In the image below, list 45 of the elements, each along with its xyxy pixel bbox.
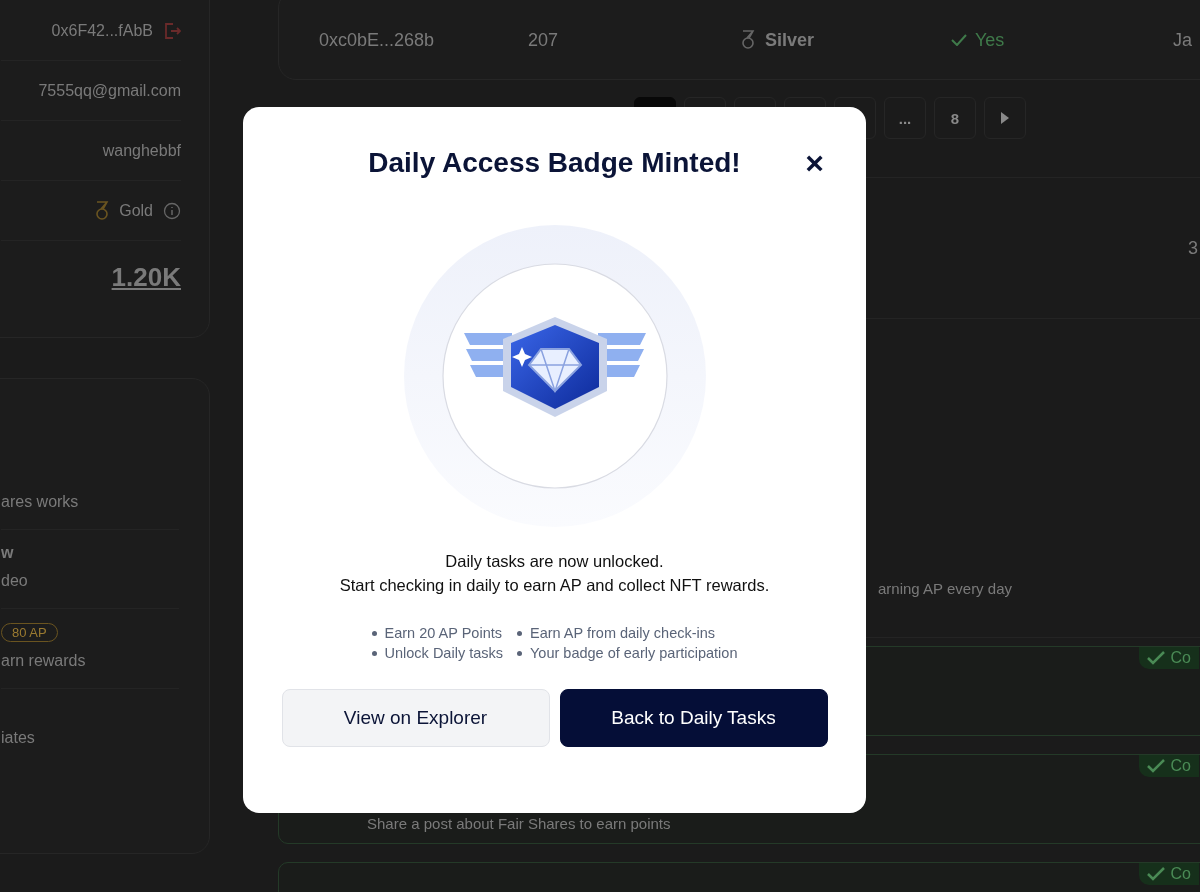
table-cell-text: 207 [528,29,560,51]
stat-value: 3 [1188,237,1198,259]
modal-title: Daily Access Badge Minted! [368,147,741,179]
close-button[interactable]: × [805,147,824,179]
medal-icon [741,30,755,50]
description-text: Start checking in daily to earn AP and collect NFT rewards. [339,575,770,596]
profile-value: wanghebbf [102,141,181,160]
page-button[interactable]: 8 [934,97,976,139]
status-badge: Co [1138,755,1199,777]
tier-label: Gold [119,201,153,220]
status-badge: Co [1138,863,1199,885]
item-text: ares works [1,493,79,511]
tier-label: Silver [765,29,815,51]
item-text: arn rewards [1,652,86,670]
points-value[interactable]: 1.20K [111,261,181,293]
benefit-item: Unlock Daily tasks [384,644,503,663]
medal-icon [95,200,110,221]
logout-icon[interactable] [163,21,181,40]
check-icon [951,34,967,46]
page-button[interactable]: ... [884,97,926,139]
bullet-icon [517,630,522,636]
item-text: iates [1,729,35,747]
item-title: w [1,544,14,562]
hint-text: arning AP every day [878,580,1012,597]
item-text: deo [1,572,28,590]
benefit-item: Earn AP from daily check-ins [530,624,716,643]
bullet-icon [517,650,522,656]
task-description: Share a post about Fair Shares to earn points [367,815,671,832]
benefit-item: Your badge of early participation [530,644,738,663]
back-button[interactable]: Back to Daily Tasks [559,689,828,747]
profile-value: 7555qq@gmail.com [38,81,181,100]
table-cell-text: Ja [1173,29,1193,51]
next-page-button[interactable] [984,97,1026,139]
bullet-icon [371,630,377,636]
task-card[interactable]: Co [278,862,1200,892]
wallet-address: 0x6F42...fAbB [51,21,153,40]
caret-icon [1001,112,1009,124]
bullet-icon [371,650,377,656]
benefit-item: Earn 20 AP Points [384,624,502,643]
status-badge: Co [1138,647,1199,669]
info-icon[interactable] [163,201,181,220]
description-text: Daily tasks are now unlocked. [444,551,665,572]
table-cell-text: 0xc0bE...268b [319,29,436,51]
table-cell: Yes [975,29,1005,51]
explorer-button[interactable]: View on Explorer [281,689,550,747]
